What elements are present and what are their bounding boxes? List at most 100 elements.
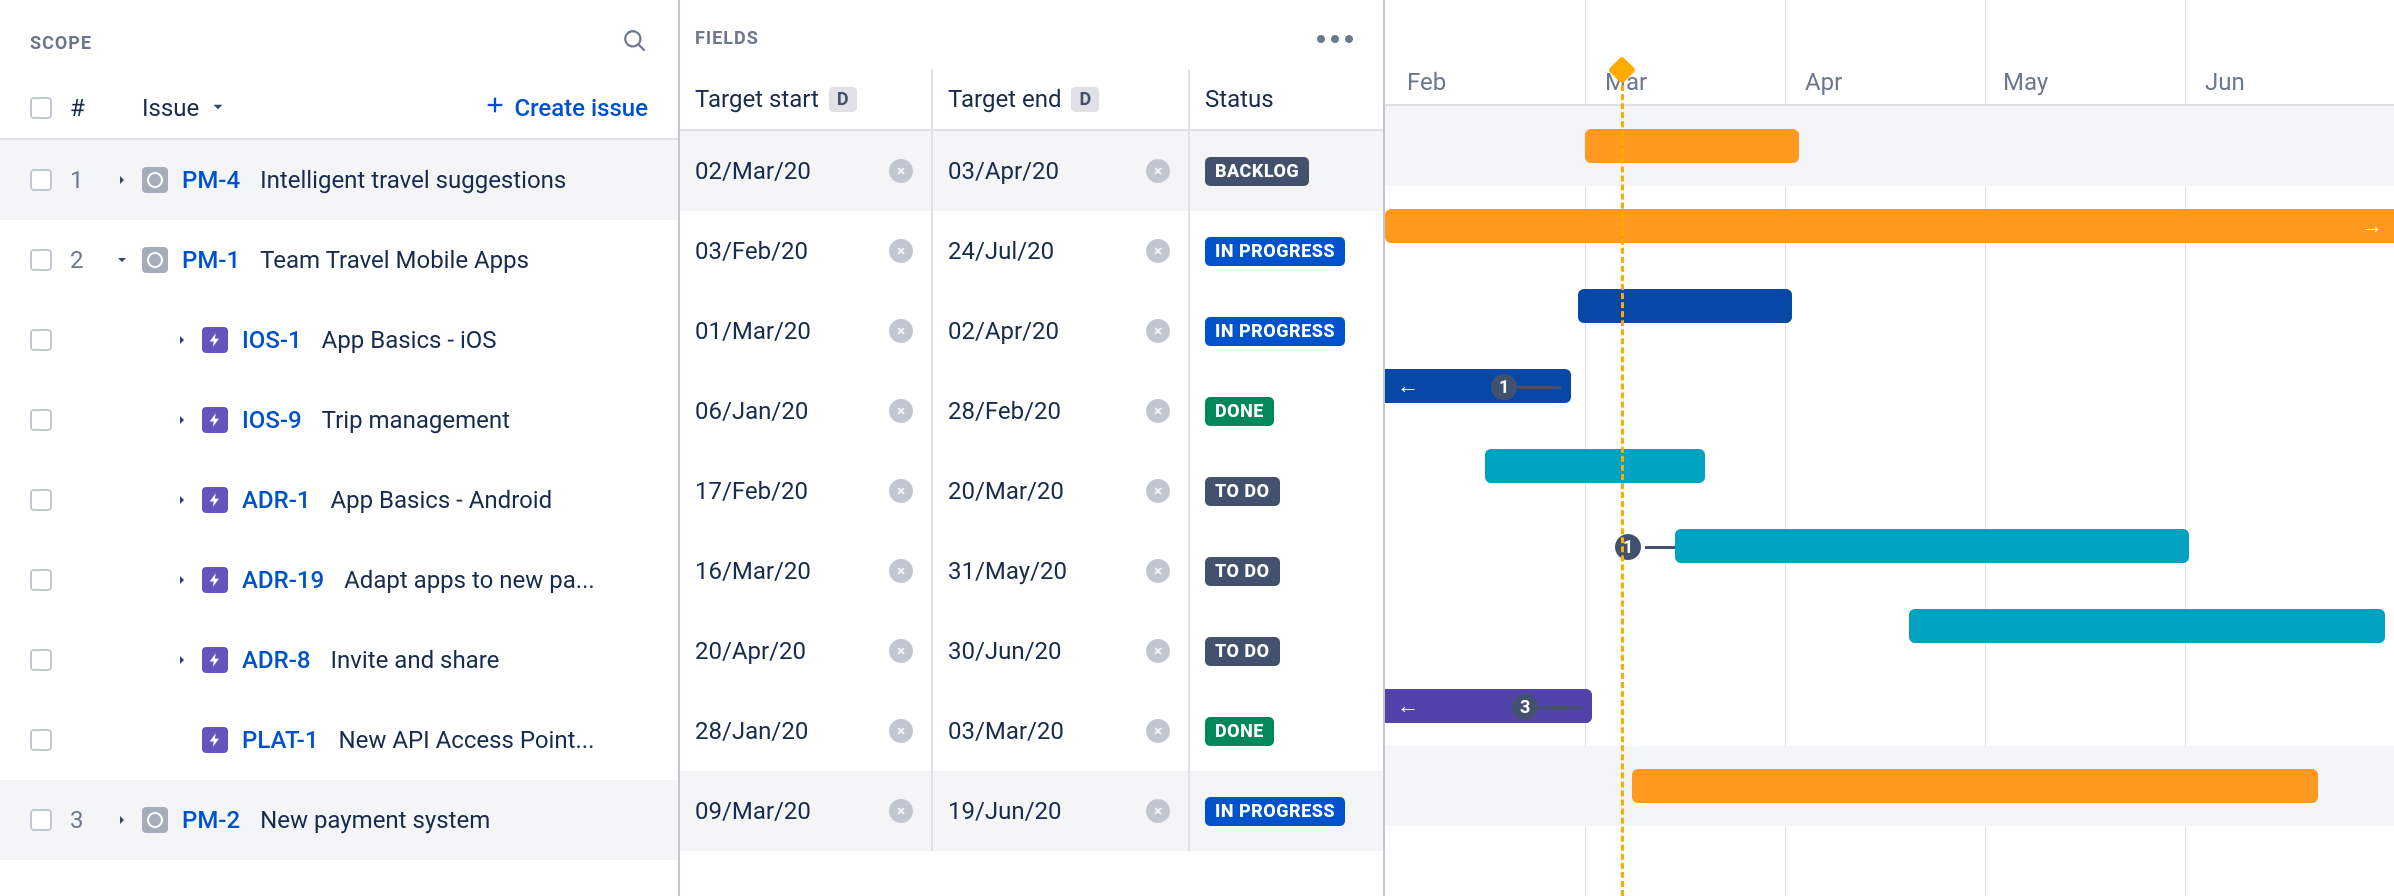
target-end-cell[interactable]: 24/Jul/20: [933, 211, 1190, 291]
expand-icon[interactable]: [102, 172, 142, 188]
row-checkbox[interactable]: [30, 729, 52, 751]
status-cell[interactable]: IN PROGRESS: [1190, 211, 1383, 291]
collapse-icon[interactable]: [102, 252, 142, 268]
gantt-bar[interactable]: [1632, 769, 2318, 803]
gantt-bar[interactable]: [1909, 609, 2385, 643]
expand-icon[interactable]: [102, 812, 142, 828]
row-checkbox[interactable]: [30, 489, 52, 511]
target-end-cell[interactable]: 20/Mar/20: [933, 451, 1190, 531]
clear-date-icon[interactable]: [889, 319, 913, 343]
issue-summary[interactable]: Team Travel Mobile Apps: [260, 246, 529, 274]
row-checkbox[interactable]: [30, 569, 52, 591]
status-cell[interactable]: DONE: [1190, 691, 1383, 771]
clear-date-icon[interactable]: [1146, 559, 1170, 583]
scope-row[interactable]: IOS-1 App Basics - iOS: [0, 300, 678, 380]
target-end-cell[interactable]: 28/Feb/20: [933, 371, 1190, 451]
create-issue-button[interactable]: Create issue: [484, 94, 648, 122]
target-start-cell[interactable]: 16/Mar/20: [680, 531, 933, 611]
timeline-panel[interactable]: FebMarAprMayJun →←11←3: [1385, 0, 2394, 896]
issue-column-header[interactable]: Issue: [102, 94, 227, 122]
clear-date-icon[interactable]: [889, 399, 913, 423]
issue-summary[interactable]: Invite and share: [330, 646, 499, 674]
issue-key[interactable]: PM-1: [182, 246, 240, 274]
issue-summary[interactable]: Intelligent travel suggestions: [260, 166, 566, 194]
issue-summary[interactable]: Trip management: [322, 406, 510, 434]
clear-date-icon[interactable]: [1146, 639, 1170, 663]
select-all-checkbox[interactable]: [30, 97, 52, 119]
issue-key[interactable]: PM-4: [182, 166, 240, 194]
gantt-bar[interactable]: [1585, 129, 1799, 163]
issue-key[interactable]: ADR-8: [242, 646, 310, 674]
scope-row[interactable]: ADR-19Adapt apps to new pa...: [0, 540, 678, 620]
status-header[interactable]: Status: [1190, 69, 1383, 129]
row-checkbox[interactable]: [30, 169, 52, 191]
scope-row[interactable]: ADR-8 Invite and share: [0, 620, 678, 700]
issue-summary[interactable]: App Basics - iOS: [322, 326, 497, 354]
target-end-cell[interactable]: 19/Jun/20: [933, 771, 1190, 851]
scope-row[interactable]: 3PM-2New payment system: [0, 780, 678, 860]
issue-key[interactable]: PM-2: [182, 806, 240, 834]
expand-icon[interactable]: [162, 652, 202, 668]
status-cell[interactable]: TO DO: [1190, 451, 1383, 531]
target-start-cell[interactable]: 02/Mar/20: [680, 131, 933, 211]
target-start-cell[interactable]: 06/Jan/20: [680, 371, 933, 451]
gantt-bar[interactable]: [1675, 529, 2189, 563]
target-end-cell[interactable]: 03/Apr/20: [933, 131, 1190, 211]
clear-date-icon[interactable]: [1146, 399, 1170, 423]
clear-date-icon[interactable]: [1146, 719, 1170, 743]
clear-date-icon[interactable]: [1146, 239, 1170, 263]
search-icon[interactable]: [622, 28, 648, 58]
target-end-cell[interactable]: 30/Jun/20: [933, 611, 1190, 691]
clear-date-icon[interactable]: [889, 239, 913, 263]
issue-key[interactable]: IOS-9: [242, 406, 302, 434]
row-checkbox[interactable]: [30, 329, 52, 351]
target-start-cell[interactable]: 17/Feb/20: [680, 451, 933, 531]
gantt-bar[interactable]: [1578, 289, 1792, 323]
clear-date-icon[interactable]: [1146, 799, 1170, 823]
target-start-cell[interactable]: 03/Feb/20: [680, 211, 933, 291]
status-cell[interactable]: BACKLOG: [1190, 131, 1383, 211]
expand-icon[interactable]: [162, 332, 202, 348]
target-end-cell[interactable]: 03/Mar/20: [933, 691, 1190, 771]
target-start-cell[interactable]: 28/Jan/20: [680, 691, 933, 771]
clear-date-icon[interactable]: [889, 719, 913, 743]
expand-icon[interactable]: [162, 412, 202, 428]
status-cell[interactable]: IN PROGRESS: [1190, 291, 1383, 371]
clear-date-icon[interactable]: [1146, 479, 1170, 503]
status-cell[interactable]: TO DO: [1190, 531, 1383, 611]
status-cell[interactable]: TO DO: [1190, 611, 1383, 691]
issue-key[interactable]: ADR-19: [242, 566, 324, 594]
issue-summary[interactable]: New API Access Point...: [338, 726, 594, 754]
more-actions-icon[interactable]: [1317, 35, 1353, 43]
scope-row[interactable]: ADR-1 App Basics - Android: [0, 460, 678, 540]
status-cell[interactable]: IN PROGRESS: [1190, 771, 1383, 851]
target-end-header[interactable]: Target end D: [933, 69, 1190, 129]
issue-key[interactable]: IOS-1: [242, 326, 302, 354]
target-start-cell[interactable]: 09/Mar/20: [680, 771, 933, 851]
gantt-bar[interactable]: →: [1385, 209, 2394, 243]
target-end-cell[interactable]: 02/Apr/20: [933, 291, 1190, 371]
issue-summary[interactable]: New payment system: [260, 806, 490, 834]
clear-date-icon[interactable]: [1146, 159, 1170, 183]
row-checkbox[interactable]: [30, 409, 52, 431]
row-checkbox[interactable]: [30, 649, 52, 671]
row-checkbox[interactable]: [30, 249, 52, 271]
target-end-cell[interactable]: 31/May/20: [933, 531, 1190, 611]
target-start-cell[interactable]: 01/Mar/20: [680, 291, 933, 371]
issue-summary[interactable]: App Basics - Android: [330, 486, 552, 514]
clear-date-icon[interactable]: [889, 159, 913, 183]
expand-icon[interactable]: [162, 572, 202, 588]
dependency-count[interactable]: 1: [1615, 534, 1641, 560]
target-start-header[interactable]: Target start D: [680, 69, 933, 129]
row-checkbox[interactable]: [30, 809, 52, 831]
scope-row[interactable]: 1PM-4Intelligent travel suggestions: [0, 140, 678, 220]
clear-date-icon[interactable]: [889, 479, 913, 503]
target-start-cell[interactable]: 20/Apr/20: [680, 611, 933, 691]
scope-row[interactable]: IOS-9 Trip management: [0, 380, 678, 460]
status-cell[interactable]: DONE: [1190, 371, 1383, 451]
clear-date-icon[interactable]: [1146, 319, 1170, 343]
expand-icon[interactable]: [162, 492, 202, 508]
issue-key[interactable]: ADR-1: [242, 486, 310, 514]
clear-date-icon[interactable]: [889, 799, 913, 823]
scope-row[interactable]: PLAT-1New API Access Point...: [0, 700, 678, 780]
